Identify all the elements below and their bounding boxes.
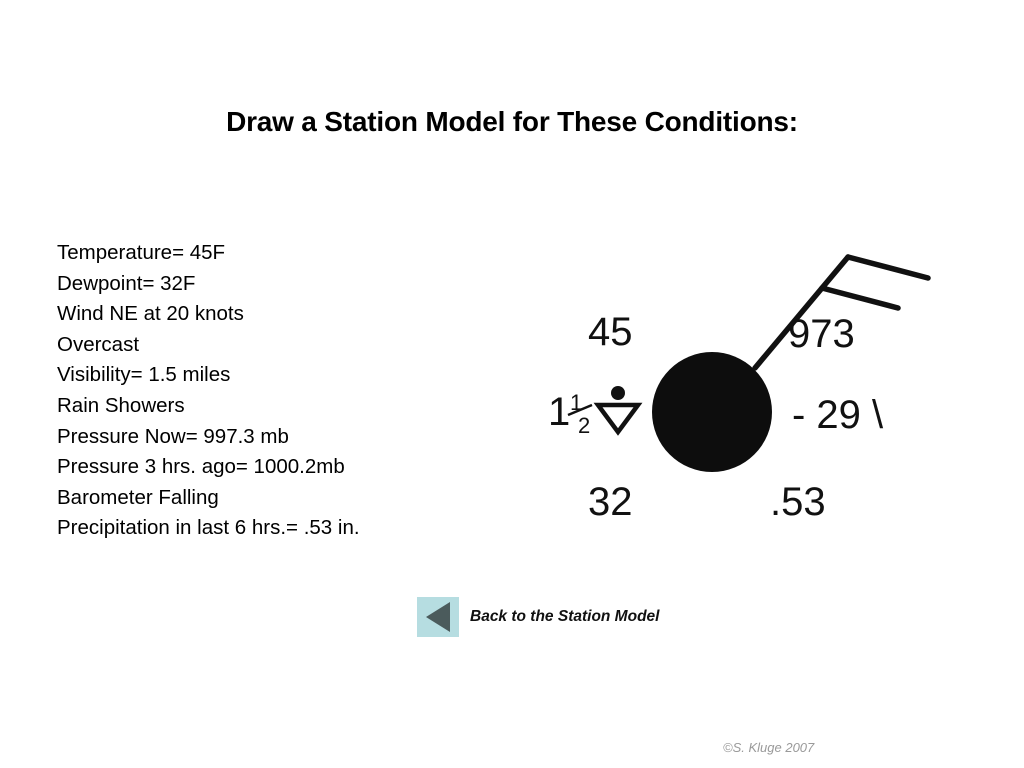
station-visibility-whole: 1 [548,390,570,434]
station-visibility-denominator: 2 [578,413,590,438]
station-pressure: 973 [788,312,855,356]
condition-dewpoint: Dewpoint= 32F [57,271,196,295]
condition-present-weather: Rain Showers [57,393,185,417]
station-model-diagram: 45 32 1 1 2 973 - 29 \ .53 [530,235,950,535]
conditions-list: Temperature= 45F Dewpoint= 32F Wind NE a… [57,238,487,544]
station-dewpoint: 32 [588,480,633,524]
rain-shower-triangle-icon [593,402,643,436]
back-arrow-icon [426,602,450,632]
condition-precipitation: Precipitation in last 6 hrs.= .53 in. [57,516,360,540]
back-to-station-model-link[interactable]: Back to the Station Model [417,597,659,637]
condition-pressure-3hr-ago: Pressure 3 hrs. ago= 1000.2mb [57,455,345,479]
condition-sky-cover: Overcast [57,332,140,356]
condition-temperature: Temperature= 45F [57,241,226,264]
station-temperature: 45 [588,310,633,354]
page-title: Draw a Station Model for These Condition… [226,106,798,137]
station-precipitation: .53 [770,480,826,524]
condition-visibility: Visibility= 1.5 miles [57,363,231,387]
back-button[interactable] [417,597,459,637]
slide-canvas: Draw a Station Model for These Condition… [0,0,1024,768]
condition-pressure-now: Pressure Now= 997.3 mb [57,424,289,448]
station-pressure-tendency: - 29 \ [792,393,884,437]
condition-wind: Wind NE at 20 knots [57,302,244,326]
condition-barometer-trend: Barometer Falling [57,485,219,509]
wind-barb-full-1 [845,254,931,281]
wind-barb-full-2 [819,285,901,311]
rain-shower-dot-icon [611,386,625,400]
back-button-label: Back to the Station Model [470,608,660,625]
copyright-credit: ©S. Kluge 2007 [723,740,815,755]
